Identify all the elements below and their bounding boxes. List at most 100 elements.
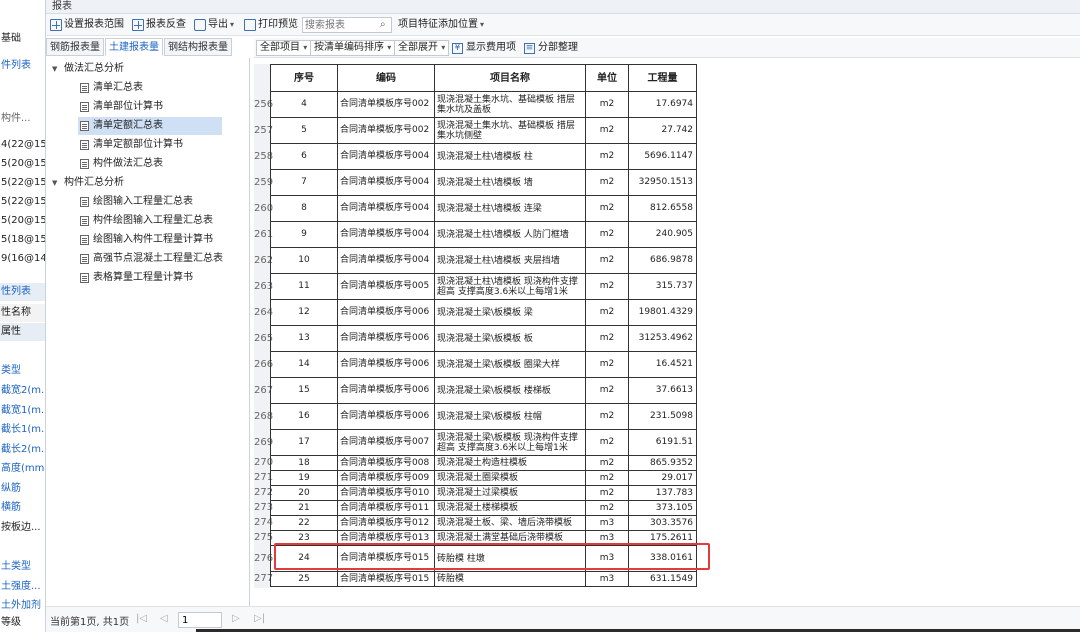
row-seq-cell[interactable]: 24 (270, 545, 338, 572)
table-row[interactable]: 15 合同清单模板序号006 现浇混凝土梁\板模板 楼梯板 m2 37.6613 (270, 377, 697, 404)
left-panel-item[interactable]: 土外加剂 (0, 597, 45, 615)
tab-civil-report[interactable]: 土建报表量 (105, 38, 163, 56)
row-code-cell[interactable]: 合同清单模板序号009 (337, 470, 435, 486)
column-header[interactable]: 序号 (270, 64, 338, 92)
row-seq-cell[interactable]: 6 (270, 143, 338, 170)
row-qty-cell[interactable]: 338.0161 (628, 545, 697, 572)
row-qty-cell[interactable]: 27.742 (628, 117, 697, 144)
row-unit-cell[interactable]: m3 (585, 545, 629, 572)
row-seq-cell[interactable]: 7 (270, 169, 338, 196)
row-code-cell[interactable]: 合同清单模板序号004 (337, 195, 435, 222)
row-qty-cell[interactable]: 37.6613 (628, 377, 697, 404)
table-row[interactable]: 20 合同清单模板序号010 现浇混凝土过梁模板 m2 137.783 (270, 485, 697, 501)
row-unit-cell[interactable]: m2 (585, 351, 629, 378)
row-name-cell[interactable]: 现浇混凝土过梁模板 (434, 485, 586, 501)
row-name-cell[interactable]: 现浇混凝土柱\墙模板 现浇构件支撑超高 支撑高度3.6米以上每增1米 (434, 273, 586, 300)
tree-group-component[interactable]: ▼ 构件汇总分析 (52, 174, 124, 192)
column-header[interactable]: 编码 (337, 64, 435, 92)
table-row[interactable]: 5 合同清单模板序号002 现浇混凝土集水坑、基础模板 措层集水坑侧壁 m2 27.74… (270, 117, 697, 144)
row-name-cell[interactable]: 砖胎模 柱墩 (434, 545, 586, 572)
table-row[interactable]: 13 合同清单模板序号006 现浇混凝土梁\板模板 板 m2 31253.4962 (270, 325, 697, 352)
column-header[interactable]: 工程量 (628, 64, 697, 92)
row-seq-cell[interactable]: 18 (270, 455, 338, 471)
row-unit-cell[interactable]: m2 (585, 299, 629, 326)
table-row[interactable]: 9 合同清单模板序号004 现浇混凝土柱\墙模板 人防门框墙 m2 240.905 (270, 221, 697, 248)
row-name-cell[interactable]: 现浇混凝土梁\板模板 梁 (434, 299, 586, 326)
row-code-cell[interactable]: 合同清单模板序号005 (337, 273, 435, 300)
row-unit-cell[interactable]: m2 (585, 500, 629, 516)
table-row[interactable]: 8 合同清单模板序号004 现浇混凝土柱\墙模板 连梁 m2 812.6558 (270, 195, 697, 222)
row-name-cell[interactable]: 现浇混凝土梁\板模板 楼梯板 (434, 377, 586, 404)
tree-item-bill-quota-part-calc[interactable]: 清单定额部位计算书 (80, 136, 183, 154)
feature-position-dropdown[interactable]: 项目特征添加位置 ▾ (398, 16, 484, 34)
left-panel-item[interactable]: 类型 (0, 362, 45, 380)
row-qty-cell[interactable]: 240.905 (628, 221, 697, 248)
table-row[interactable]: 10 合同清单模板序号004 现浇混凝土柱\墙模板 夹层挡墙 m2 686.9878 (270, 247, 697, 274)
row-code-cell[interactable]: 合同清单模板序号006 (337, 351, 435, 378)
row-seq-cell[interactable]: 19 (270, 470, 338, 486)
export-button[interactable]: 导出 ▾ (194, 16, 234, 34)
row-qty-cell[interactable]: 865.9352 (628, 455, 697, 471)
row-qty-cell[interactable]: 17.6974 (628, 91, 697, 118)
row-name-cell[interactable]: 现浇混凝土楼梯模板 (434, 500, 586, 516)
tree-item-component-drawing-qty-summary[interactable]: 构件绘图输入工程量汇总表 (80, 212, 213, 230)
row-unit-cell[interactable]: m2 (585, 377, 629, 404)
row-seq-cell[interactable]: 13 (270, 325, 338, 352)
left-panel-item[interactable]: 5(18@150, (0, 231, 45, 249)
row-code-cell[interactable]: 合同清单模板序号002 (337, 91, 435, 118)
row-unit-cell[interactable]: m2 (585, 273, 629, 300)
row-unit-cell[interactable]: m2 (585, 169, 629, 196)
row-code-cell[interactable]: 合同清单模板序号010 (337, 485, 435, 501)
table-row[interactable]: 4 合同清单模板序号002 现浇混凝土集水坑、基础模板 措层集水坑及盖板 m2 17.6… (270, 91, 697, 118)
split-toggle[interactable]: ≡ 分部整理 (524, 41, 578, 55)
row-seq-cell[interactable]: 15 (270, 377, 338, 404)
first-page-button[interactable]: |◁ (136, 613, 147, 624)
left-panel-item[interactable]: 5(20@150, (0, 155, 45, 173)
show-cost-toggle[interactable]: ¥ 显示费用项 (452, 41, 516, 55)
row-code-cell[interactable]: 合同清单模板序号015 (337, 545, 435, 572)
row-code-cell[interactable]: 合同清单模板序号006 (337, 325, 435, 352)
table-row[interactable]: 7 合同清单模板序号004 现浇混凝土柱\墙模板 墙 m2 32950.1513 (270, 169, 697, 196)
row-qty-cell[interactable]: 315.737 (628, 273, 697, 300)
row-seq-cell[interactable]: 4 (270, 91, 338, 118)
tab-rebar-report[interactable]: 钢筋报表量 (46, 38, 104, 56)
search-input[interactable] (302, 17, 392, 33)
tree-group-method[interactable]: ▼ 做法汇总分析 (52, 60, 124, 78)
row-name-cell[interactable]: 现浇混凝土梁\板模板 柱帽 (434, 403, 586, 430)
row-seq-cell[interactable]: 14 (270, 351, 338, 378)
last-page-button[interactable]: ▷| (254, 613, 265, 624)
row-unit-cell[interactable]: m2 (585, 455, 629, 471)
row-qty-cell[interactable]: 303.3576 (628, 515, 697, 531)
row-qty-cell[interactable]: 6191.51 (628, 429, 697, 456)
row-unit-cell[interactable]: m2 (585, 429, 629, 456)
row-code-cell[interactable]: 合同清单模板序号004 (337, 221, 435, 248)
next-page-button[interactable]: ▷ (232, 613, 240, 624)
row-name-cell[interactable]: 现浇混凝土柱\墙模板 人防门框墙 (434, 221, 586, 248)
left-panel-item[interactable]: 5(22@150, (0, 193, 45, 211)
report-check-button[interactable]: 报表反查 (132, 16, 186, 34)
row-seq-cell[interactable]: 17 (270, 429, 338, 456)
row-seq-cell[interactable]: 25 (270, 571, 338, 587)
left-panel-item[interactable]: 截长1(m... (0, 421, 45, 439)
left-panel-item[interactable]: 截宽2(m... (0, 382, 45, 400)
row-seq-cell[interactable]: 12 (270, 299, 338, 326)
row-code-cell[interactable]: 合同清单模板序号006 (337, 403, 435, 430)
row-name-cell[interactable]: 现浇混凝土圈梁模板 (434, 470, 586, 486)
left-panel-item[interactable]: 按板边... (0, 519, 45, 537)
row-code-cell[interactable]: 合同清单模板序号004 (337, 169, 435, 196)
row-qty-cell[interactable]: 373.105 (628, 500, 697, 516)
row-unit-cell[interactable]: m3 (585, 530, 629, 546)
row-qty-cell[interactable]: 29.017 (628, 470, 697, 486)
table-row[interactable]: 14 合同清单模板序号006 现浇混凝土梁\板模板 圈梁大样 m2 16.4521 (270, 351, 697, 378)
row-code-cell[interactable]: 合同清单模板序号004 (337, 143, 435, 170)
row-qty-cell[interactable]: 631.1549 (628, 571, 697, 587)
row-unit-cell[interactable]: m2 (585, 247, 629, 274)
row-seq-cell[interactable]: 11 (270, 273, 338, 300)
row-code-cell[interactable]: 合同清单模板序号008 (337, 455, 435, 471)
row-qty-cell[interactable]: 686.9878 (628, 247, 697, 274)
row-name-cell[interactable]: 现浇混凝土梁\板模板 板 (434, 325, 586, 352)
table-row[interactable]: 24 合同清单模板序号015 砖胎模 柱墩 m3 338.0161 (270, 545, 697, 572)
row-seq-cell[interactable]: 8 (270, 195, 338, 222)
row-name-cell[interactable]: 现浇混凝土板、梁、墙后浇带模板 (434, 515, 586, 531)
left-panel-item[interactable]: 横筋 (0, 499, 45, 517)
